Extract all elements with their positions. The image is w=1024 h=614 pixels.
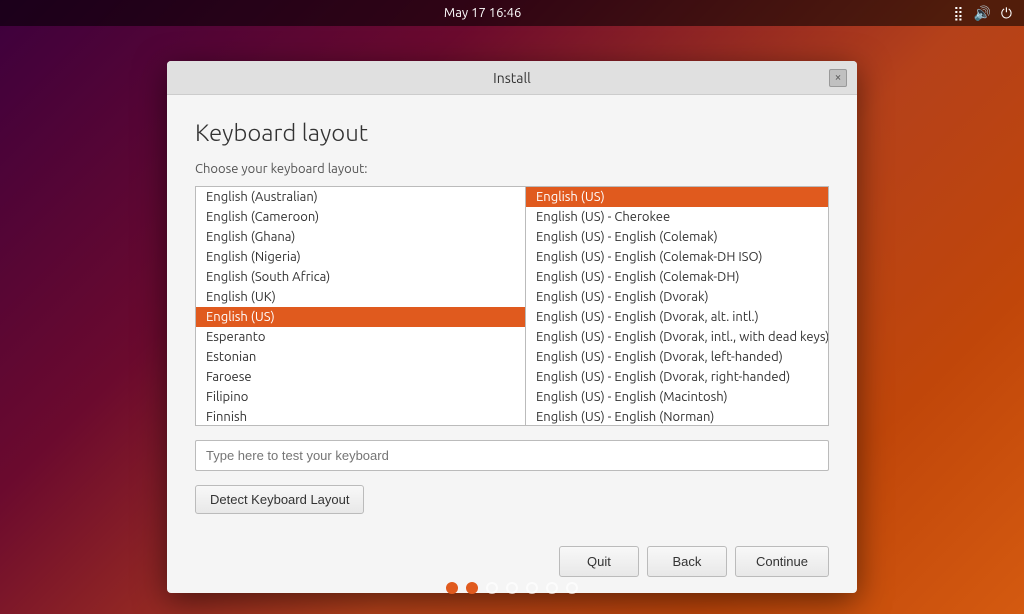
progress-dots bbox=[0, 582, 1024, 594]
topbar-datetime: May 17 16:46 bbox=[12, 6, 953, 20]
power-icon[interactable]: ⏻ bbox=[1001, 5, 1012, 22]
keyboard-test-input[interactable] bbox=[195, 440, 829, 471]
choose-label: Choose your keyboard layout: bbox=[195, 162, 829, 176]
dialog-body: Keyboard layout Choose your keyboard lay… bbox=[167, 95, 857, 534]
list-item[interactable]: English (US) - English (Dvorak, intl., w… bbox=[526, 327, 828, 347]
progress-dot-0[interactable] bbox=[446, 582, 458, 594]
list-item[interactable]: English (US) - English (Colemak) bbox=[526, 227, 828, 247]
topbar: May 17 16:46 ⣿ 🔊 ⏻ bbox=[0, 0, 1024, 26]
list-item[interactable]: English (Ghana) bbox=[196, 227, 525, 247]
list-item[interactable]: English (US) - English (Dvorak) bbox=[526, 287, 828, 307]
page-title: Keyboard layout bbox=[195, 119, 829, 146]
list-item[interactable]: English (US) - English (Colemak-DH) bbox=[526, 267, 828, 287]
list-item[interactable]: Estonian bbox=[196, 347, 525, 367]
back-button[interactable]: Back bbox=[647, 546, 727, 577]
list-item[interactable]: Faroese bbox=[196, 367, 525, 387]
progress-dot-3[interactable] bbox=[506, 582, 518, 594]
list-item[interactable]: English (US) - English (Macintosh) bbox=[526, 387, 828, 407]
list-item[interactable]: English (South Africa) bbox=[196, 267, 525, 287]
lists-row: English (Australian)English (Cameroon)En… bbox=[195, 186, 829, 426]
list-item[interactable]: English (US) bbox=[526, 187, 828, 207]
list-item[interactable]: English (UK) bbox=[196, 287, 525, 307]
dialog-title: Install bbox=[493, 70, 531, 86]
list-item[interactable]: English (Australian) bbox=[196, 187, 525, 207]
list-item[interactable]: English (US) - English (Dvorak, left-han… bbox=[526, 347, 828, 367]
continue-button[interactable]: Continue bbox=[735, 546, 829, 577]
close-button[interactable]: × bbox=[829, 69, 847, 87]
list-item[interactable]: English (US) - English (Dvorak, alt. int… bbox=[526, 307, 828, 327]
dialog-wrapper: Install × Keyboard layout Choose your ke… bbox=[0, 40, 1024, 614]
list-item[interactable]: English (US) - English (Colemak-DH ISO) bbox=[526, 247, 828, 267]
variant-list[interactable]: English (US)English (US) - CherokeeEngli… bbox=[525, 186, 829, 426]
language-list[interactable]: English (Australian)English (Cameroon)En… bbox=[195, 186, 525, 426]
list-item[interactable]: Finnish bbox=[196, 407, 525, 426]
sound-icon[interactable]: 🔊 bbox=[973, 5, 990, 22]
list-item[interactable]: Filipino bbox=[196, 387, 525, 407]
install-dialog: Install × Keyboard layout Choose your ke… bbox=[167, 61, 857, 593]
list-item[interactable]: English (US) - English (Dvorak, right-ha… bbox=[526, 367, 828, 387]
list-item[interactable]: English (US) - Cherokee bbox=[526, 207, 828, 227]
list-item[interactable]: English (Nigeria) bbox=[196, 247, 525, 267]
list-item[interactable]: English (US) bbox=[196, 307, 525, 327]
list-item[interactable]: English (Cameroon) bbox=[196, 207, 525, 227]
list-item[interactable]: Esperanto bbox=[196, 327, 525, 347]
topbar-right: ⣿ 🔊 ⏻ bbox=[953, 5, 1012, 22]
dialog-titlebar: Install × bbox=[167, 61, 857, 95]
list-item[interactable]: English (US) - English (Norman) bbox=[526, 407, 828, 426]
progress-dot-1[interactable] bbox=[466, 582, 478, 594]
network-icon[interactable]: ⣿ bbox=[953, 5, 963, 22]
detect-keyboard-button[interactable]: Detect Keyboard Layout bbox=[195, 485, 364, 514]
quit-button[interactable]: Quit bbox=[559, 546, 639, 577]
progress-dot-4[interactable] bbox=[526, 582, 538, 594]
progress-dot-5[interactable] bbox=[546, 582, 558, 594]
progress-dot-2[interactable] bbox=[486, 582, 498, 594]
progress-dot-6[interactable] bbox=[566, 582, 578, 594]
